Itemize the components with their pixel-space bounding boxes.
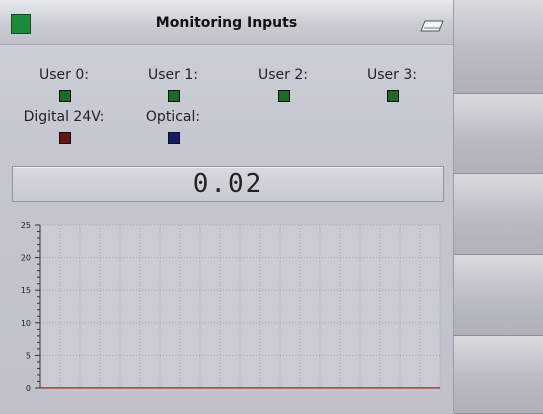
input-label-optical: Optical: bbox=[145, 109, 201, 125]
y-tick-label: 0 bbox=[26, 384, 31, 393]
value-display: 0.02 bbox=[12, 166, 444, 202]
side-button-5[interactable] bbox=[454, 336, 543, 414]
led-user-2-icon bbox=[278, 90, 290, 102]
led-digital-24v-icon bbox=[59, 132, 71, 144]
side-button-2[interactable] bbox=[454, 94, 543, 174]
window-title: Monitoring Inputs bbox=[155, 15, 298, 31]
y-tick-label: 10 bbox=[21, 319, 31, 328]
input-label-digital-24v: Digital 24V: bbox=[23, 109, 105, 125]
input-label-user-0: User 0: bbox=[39, 67, 89, 83]
led-user-1-icon bbox=[168, 90, 180, 102]
side-button-3[interactable] bbox=[454, 174, 543, 255]
input-label-user-1: User 1: bbox=[148, 67, 198, 83]
led-optical-icon bbox=[168, 132, 180, 144]
main-panel: Monitoring Inputs User 0: User 1: User 2… bbox=[0, 0, 454, 413]
input-chart: 0 5 10 15 20 25 bbox=[21, 221, 441, 393]
value-readout: 0.02 bbox=[192, 169, 264, 199]
y-tick-label: 15 bbox=[21, 286, 31, 295]
input-label-user-2: User 2: bbox=[258, 67, 308, 83]
input-label-user-3: User 3: bbox=[367, 67, 417, 83]
side-button-4[interactable] bbox=[454, 255, 543, 336]
y-tick-label: 20 bbox=[21, 254, 31, 263]
y-tick-label: 25 bbox=[21, 221, 31, 230]
led-user-0-icon bbox=[59, 90, 71, 102]
led-user-3-icon bbox=[387, 90, 399, 102]
side-button-1[interactable] bbox=[454, 0, 543, 94]
eraser-icon[interactable] bbox=[420, 20, 444, 32]
title-bar: Monitoring Inputs bbox=[0, 0, 453, 45]
y-tick-label: 5 bbox=[26, 351, 31, 360]
